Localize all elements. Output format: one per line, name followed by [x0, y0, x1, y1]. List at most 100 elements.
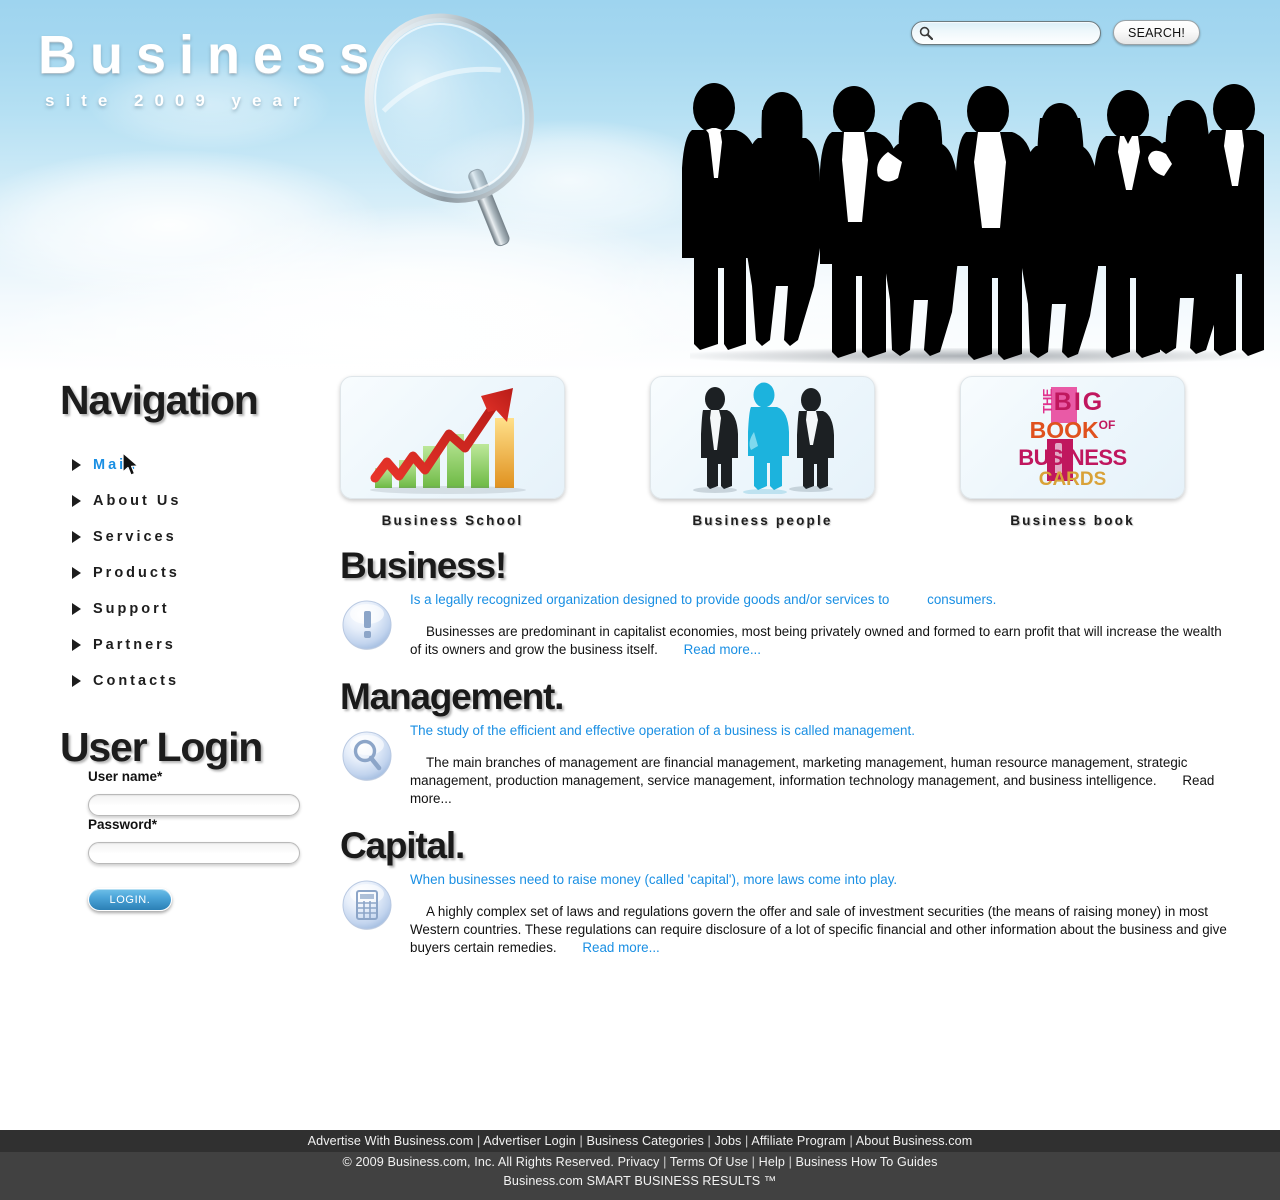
username-input[interactable] — [88, 794, 300, 816]
business-people-silhouettes — [682, 83, 1264, 360]
article-management: Management. The study of the efficient a… — [340, 677, 1230, 808]
sidebar: Navigation Main About Us Services Produc… — [60, 380, 340, 911]
footer-copyright: © 2009 Business.com, Inc. All Rights Res… — [342, 1155, 614, 1169]
book-of-text: OF — [1098, 417, 1116, 432]
article-lead-main: Is a legally recognized organization des… — [410, 591, 890, 607]
article-lead-tail: consumers. — [927, 591, 997, 607]
exclamation-icon — [340, 590, 402, 659]
cloud-decoration — [180, 205, 700, 372]
footer-link-advertise[interactable]: Advertise With Business.com — [308, 1134, 474, 1148]
read-more-link[interactable]: Read more... — [582, 940, 659, 955]
page-root: Business site 2009 year SEARCH! Navigati… — [0, 0, 1280, 1200]
article-lead: The study of the efficient and effective… — [410, 723, 915, 738]
book-cards-text: CARDS — [1038, 468, 1107, 490]
header-banner: Business site 2009 year SEARCH! — [0, 0, 1280, 372]
sidebar-item-label: Partners — [93, 637, 176, 653]
article-body-text: A highly complex set of laws and regulat… — [410, 904, 1227, 955]
footer-top-band: Advertise With Business.com | Advertiser… — [0, 1130, 1280, 1152]
footer-link-affiliate-program[interactable]: Affiliate Program — [751, 1134, 846, 1148]
sidebar-item-about-us[interactable]: About Us — [60, 483, 340, 519]
calculator-icon — [340, 870, 402, 957]
book-the-text: THE — [1039, 388, 1055, 414]
feature-cards: Business School Business people THEBIG B… — [340, 372, 1230, 528]
footer-link-business-categories[interactable]: Business Categories — [586, 1134, 703, 1148]
big-book-of-business-cards-image[interactable]: THEBIG BOOKOF BUSINESS CARDS — [960, 376, 1185, 499]
card-business-book[interactable]: THEBIG BOOKOF BUSINESS CARDS Business bo… — [960, 376, 1185, 528]
sidebar-item-label: Products — [93, 565, 180, 581]
footer-link-help[interactable]: Help — [759, 1155, 785, 1169]
search-button[interactable]: SEARCH! — [1113, 20, 1200, 45]
article-body-text: The main branches of management are fina… — [410, 755, 1188, 789]
growth-chart-image[interactable] — [340, 376, 565, 499]
businessmen-silhouettes-image[interactable] — [650, 376, 875, 499]
triangle-right-icon — [72, 675, 81, 687]
logo-subtitle: site 2009 year — [45, 91, 311, 110]
magnifier-icon — [340, 721, 402, 808]
cloud-decoration — [0, 250, 700, 372]
search-box[interactable] — [911, 20, 1102, 45]
book-big-text: BIG — [1053, 387, 1105, 416]
article-body-text: Businesses are predominant in capitalist… — [410, 624, 1222, 658]
read-more-link[interactable]: Read more... — [684, 642, 761, 657]
triangle-right-icon — [72, 639, 81, 651]
sidebar-item-support[interactable]: Support — [60, 591, 340, 627]
sidebar-item-label: Contacts — [93, 673, 180, 689]
article-body: A highly complex set of laws and regulat… — [410, 903, 1230, 956]
password-input[interactable] — [88, 842, 300, 864]
sidebar-item-label: Main — [93, 457, 139, 473]
article-capital: Capital. When businesses need to raise m… — [340, 824, 1230, 957]
article-title: Business! — [340, 545, 507, 586]
triangle-right-icon — [72, 531, 81, 543]
footer-link-advertiser-login[interactable]: Advertiser Login — [483, 1134, 576, 1148]
sidebar-item-services[interactable]: Services — [60, 519, 340, 555]
article-lead: Is a legally recognized organization des… — [410, 590, 1230, 609]
article-title: Capital. — [340, 824, 465, 866]
card-caption: Business School — [381, 513, 524, 528]
footer-link-jobs[interactable]: Jobs — [714, 1134, 741, 1148]
book-business-text: BUSINESS — [1018, 444, 1127, 470]
search-icon — [919, 26, 934, 40]
article-title: Management. — [340, 676, 564, 718]
username-label: User name* — [88, 769, 163, 784]
book-book-text: BOOK — [1029, 416, 1099, 443]
main-content: Business School Business people THEBIG B… — [340, 372, 1230, 957]
sidebar-item-label: Services — [93, 529, 177, 545]
article-body: Businesses are predominant in capitalist… — [410, 623, 1230, 659]
footer: Advertise With Business.com | Advertiser… — [0, 1130, 1280, 1200]
footer-copyright-row: © 2009 Business.com, Inc. All Rights Res… — [342, 1155, 938, 1169]
body-area: Navigation Main About Us Services Produc… — [0, 372, 1280, 1130]
sidebar-item-partners[interactable]: Partners — [60, 627, 340, 663]
sidebar-item-label: Support — [93, 601, 170, 617]
footer-links-row: Advertise With Business.com | Advertiser… — [307, 1133, 973, 1148]
login-button[interactable]: LOGIN. — [88, 888, 172, 911]
card-business-school[interactable]: Business School — [340, 376, 565, 528]
triangle-right-icon — [72, 603, 81, 615]
footer-link-about[interactable]: About Business.com — [856, 1134, 973, 1148]
logo-title: Business — [38, 25, 383, 85]
password-label: Password* — [88, 817, 158, 832]
article-business: Business! Is a legally recognized organi… — [340, 546, 1230, 659]
sidebar-item-main[interactable]: Main — [60, 447, 340, 483]
card-caption: Business book — [1010, 513, 1135, 528]
sidebar-item-label: About Us — [93, 493, 182, 509]
cloud-decoration — [0, 150, 380, 300]
user-login-title: User Login — [60, 724, 263, 770]
navigation-title: Navigation — [60, 377, 259, 423]
triangle-right-icon — [72, 567, 81, 579]
sidebar-item-products[interactable]: Products — [60, 555, 340, 591]
sidebar-item-contacts[interactable]: Contacts — [60, 663, 340, 699]
footer-link-how-to-guides[interactable]: Business How To Guides — [796, 1155, 938, 1169]
article-lead: When businesses need to raise money (cal… — [410, 871, 898, 887]
article-body: The main branches of management are fina… — [410, 754, 1230, 807]
card-business-people[interactable]: Business people — [650, 376, 875, 528]
navigation-list: Main About Us Services Products Support — [60, 447, 340, 699]
search-input[interactable] — [933, 23, 1101, 42]
footer-link-terms[interactable]: Terms Of Use — [670, 1155, 748, 1169]
footer-bottom-band: © 2009 Business.com, Inc. All Rights Res… — [0, 1152, 1280, 1200]
footer-tagline: Business.com SMART BUSINESS RESULTS ™ — [503, 1174, 777, 1188]
triangle-right-icon — [72, 459, 81, 471]
footer-link-privacy[interactable]: Privacy — [618, 1155, 660, 1169]
site-logo[interactable]: Business site 2009 year — [38, 28, 382, 111]
search-area: SEARCH! — [911, 20, 1200, 45]
triangle-right-icon — [72, 495, 81, 507]
